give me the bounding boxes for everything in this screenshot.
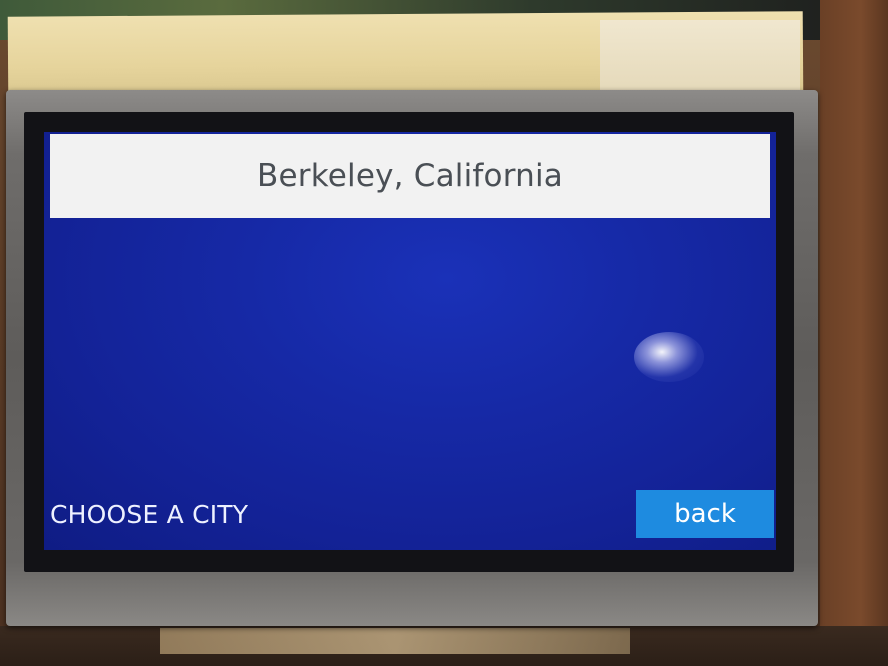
paper-background-right xyxy=(600,20,800,100)
choose-city-label: CHOOSE A CITY xyxy=(50,500,249,529)
display-bezel: Berkeley, California CHOOSE A CITY back xyxy=(6,90,818,626)
bottom-circuit-board xyxy=(160,628,630,654)
light-glare xyxy=(634,332,704,382)
city-title: Berkeley, California xyxy=(257,158,563,194)
display-frame: Berkeley, California CHOOSE A CITY back xyxy=(24,112,794,572)
wood-background xyxy=(820,0,888,666)
display-screen: Berkeley, California CHOOSE A CITY back xyxy=(44,132,776,550)
back-button[interactable]: back xyxy=(636,490,774,538)
back-button-label: back xyxy=(674,499,736,529)
photo-scene: Berkeley, California CHOOSE A CITY back xyxy=(0,0,888,666)
title-bar: Berkeley, California xyxy=(50,134,770,218)
